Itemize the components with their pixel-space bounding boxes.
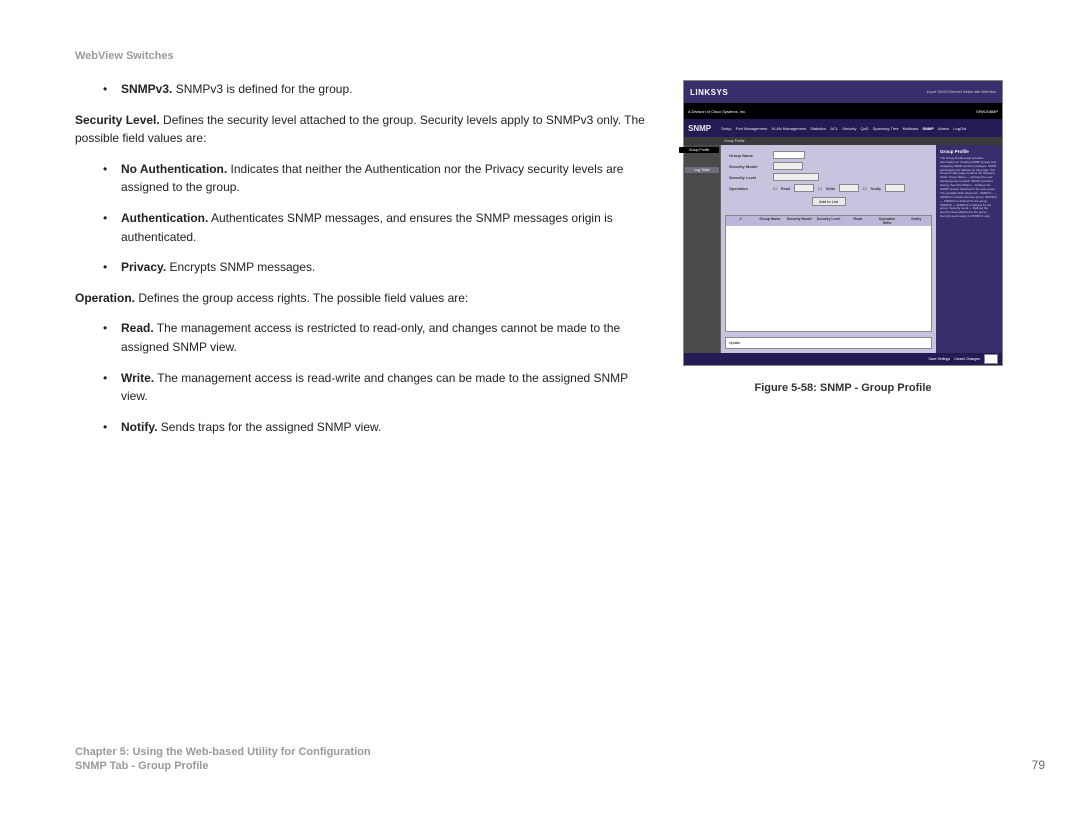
term-notify: Notify. — [121, 420, 157, 434]
term-noauth: No Authentication. — [121, 162, 227, 176]
figure-help-panel: Group Profile The Group Profile page pro… — [936, 145, 1002, 353]
figure-column: LINKSYS 8-port 10/100 Ethernet Switch wi… — [683, 80, 1003, 394]
table-header: # Group Name Security Model Security Lev… — [726, 216, 931, 226]
term-write: Write. — [121, 371, 154, 385]
opt-notify: Notify — [871, 186, 881, 191]
tab: VLAN Management — [771, 126, 806, 131]
bullet-icon: • — [93, 209, 121, 246]
list-item: • SNMPv3. SNMPv3 is defined for the grou… — [75, 80, 655, 99]
tab: Admin — [938, 126, 949, 131]
side-tab-active: Group Profile — [679, 147, 719, 153]
list-item: • No Authentication. Indicates that neit… — [75, 160, 655, 197]
desc-write: The management access is read-write and … — [121, 371, 628, 404]
document-page: WebView Switches • SNMPv3. SNMPv3 is def… — [0, 0, 1080, 834]
bullet-icon: • — [93, 258, 121, 277]
operation-options: ☐Read ☐Write ☐Notify — [773, 184, 905, 192]
figure-sidebar: Group Profile Log Table — [684, 145, 721, 353]
tab: Statistics — [810, 126, 826, 131]
cisco-logo-icon — [984, 354, 998, 364]
label-security-model: Security Model — [729, 164, 769, 169]
add-to-list-button: Add to List — [812, 197, 846, 206]
help-title: Group Profile — [940, 149, 998, 155]
bullet-icon: • — [93, 319, 121, 356]
tab: ACL — [830, 126, 838, 131]
figure-subtabs: Group Profile — [684, 137, 1002, 145]
paragraph: Security Level. Defines the security lev… — [75, 111, 655, 148]
product-title: 8-port 10/100 Ethernet Switch with WebVi… — [927, 90, 996, 94]
desc-operation: Defines the group access rights. The pos… — [135, 291, 468, 305]
text-column: • SNMPv3. SNMPv3 is defined for the grou… — [75, 80, 655, 448]
desc-security-level: Defines the security level attached to t… — [75, 113, 645, 146]
form-row: Security Model — [729, 162, 928, 170]
list-item: • Privacy. Encrypts SNMP messages. — [75, 258, 655, 277]
figure-subhead: A Division of Cisco Systems, Inc. SRW208… — [684, 103, 1002, 119]
cancel-changes: Cancel Changes — [954, 357, 980, 361]
tab: Multicast — [903, 126, 919, 131]
input-group-name — [773, 151, 805, 159]
tab: Port Management — [736, 126, 768, 131]
document-header: WebView Switches — [75, 50, 1030, 62]
term-read: Read. — [121, 321, 154, 335]
opt-read: Read — [781, 186, 791, 191]
brand-logo: LINKSYS — [690, 88, 728, 97]
content-row: • SNMPv3. SNMPv3 is defined for the grou… — [75, 80, 1030, 448]
desc-read: The management access is restricted to r… — [121, 321, 620, 354]
figure-body: Group Profile Log Table Group Name Secur… — [684, 145, 1002, 353]
label-operation: Operation — [729, 186, 769, 191]
screenshot-figure: LINKSYS 8-port 10/100 Ethernet Switch wi… — [683, 80, 1003, 366]
page-footer: Chapter 5: Using the Web-based Utility f… — [75, 746, 1045, 772]
list-item: • Notify. Sends traps for the assigned S… — [75, 418, 655, 437]
figure-form-area: Group Name Security Model Security Level — [721, 145, 936, 353]
tab: Security — [842, 126, 856, 131]
term-operation: Operation. — [75, 291, 135, 305]
term-privacy: Privacy. — [121, 260, 166, 274]
label-security-level: Security Level — [729, 175, 769, 180]
form: Group Name Security Model Security Level — [725, 149, 932, 210]
term-snmpv3: SNMPv3. — [121, 82, 172, 96]
label-group-name: Group Name — [729, 153, 769, 158]
opt-write: Write — [826, 186, 835, 191]
main-tab: SNMP — [688, 124, 711, 133]
term-auth: Authentication. — [121, 211, 208, 225]
footer-section: SNMP Tab - Group Profile — [75, 760, 371, 772]
bullet-icon: • — [93, 418, 121, 437]
select-security-model — [773, 162, 803, 170]
tab: Spanning Tree — [873, 126, 899, 131]
desc-privacy: Encrypts SNMP messages. — [166, 260, 315, 274]
list-item: • Authentication. Authenticates SNMP mes… — [75, 209, 655, 246]
side-tab-log: Log Table — [685, 167, 719, 173]
figure-tabs: SNMP Setup Port Management VLAN Manageme… — [684, 119, 1002, 137]
term-security-level: Security Level. — [75, 113, 160, 127]
log-table: # Group Name Security Model Security Lev… — [725, 215, 932, 332]
save-settings: Save Settings — [929, 357, 951, 361]
tab: Setup — [721, 126, 731, 131]
list-item: • Write. The management access is read-w… — [75, 369, 655, 406]
tab: QoS — [861, 126, 869, 131]
figure-caption: Figure 5-58: SNMP - Group Profile — [754, 382, 931, 394]
page-number: 79 — [1032, 758, 1045, 772]
tab: LogOut — [953, 126, 966, 131]
form-row: Operation ☐Read ☐Write ☐Notify — [729, 184, 928, 192]
list-item: • Read. The management access is restric… — [75, 319, 655, 356]
figure-footer: Save Settings Cancel Changes — [684, 353, 1002, 365]
bullet-icon: • — [93, 80, 121, 99]
paragraph: Operation. Defines the group access righ… — [75, 289, 655, 308]
bullet-icon: • — [93, 369, 121, 406]
update-button: Update — [725, 337, 932, 349]
footer-chapter: Chapter 5: Using the Web-based Utility f… — [75, 746, 371, 758]
form-row: Group Name — [729, 151, 928, 159]
figure-brandbar: LINKSYS 8-port 10/100 Ethernet Switch wi… — [684, 81, 1002, 103]
tab: SNMP — [922, 126, 934, 131]
desc-snmpv3: SNMPv3 is defined for the group. — [172, 82, 352, 96]
desc-notify: Sends traps for the assigned SNMP view. — [157, 420, 381, 434]
select-security-level — [773, 173, 819, 181]
bullet-icon: • — [93, 160, 121, 197]
form-row: Security Level — [729, 173, 928, 181]
help-text: The Group Profile page provides informat… — [940, 157, 998, 219]
subtab: Group Profile — [724, 139, 745, 143]
